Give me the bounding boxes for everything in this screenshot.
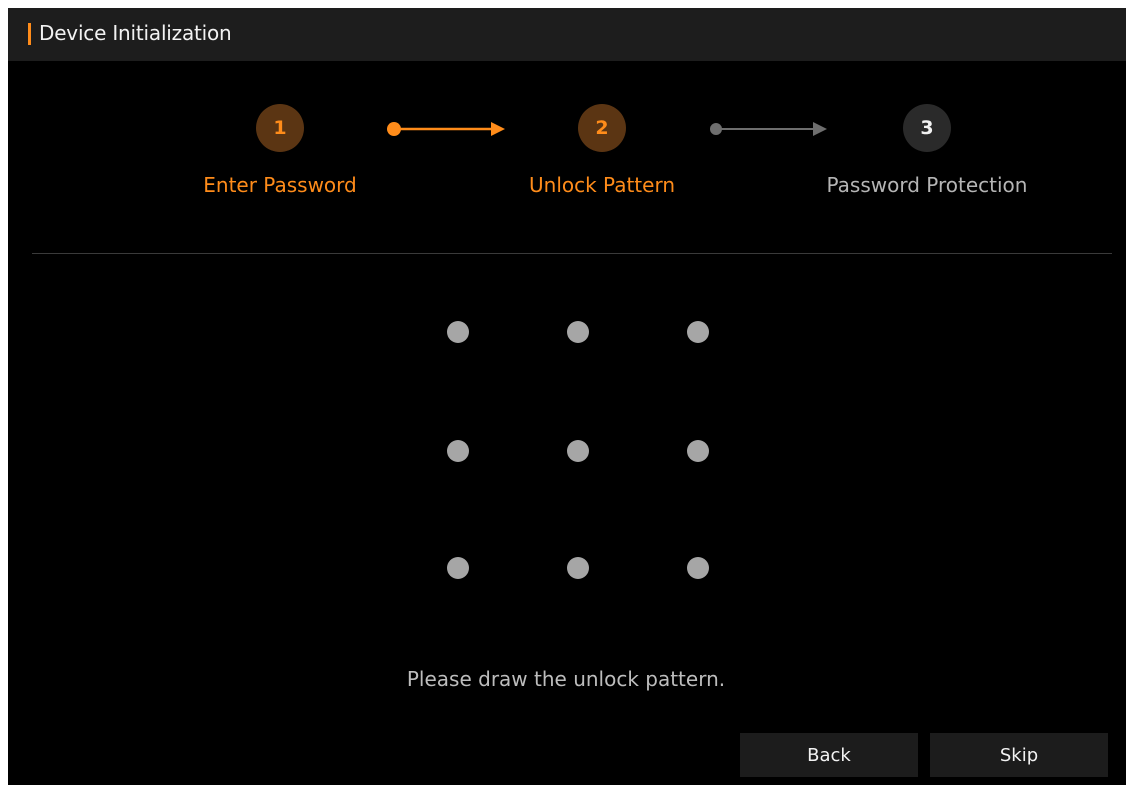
title-bar: Device Initialization	[8, 8, 1126, 61]
step-2-circle: 2	[578, 104, 626, 152]
pattern-dot[interactable]	[567, 321, 589, 343]
pattern-instruction: Please draw the unlock pattern.	[406, 667, 726, 691]
step-1-label: Enter Password	[203, 173, 357, 197]
step-1-to-2-connector	[387, 122, 505, 136]
section-divider	[32, 253, 1112, 254]
skip-button[interactable]: Skip	[930, 733, 1108, 777]
pattern-dot[interactable]	[567, 557, 589, 579]
pattern-dot[interactable]	[687, 440, 709, 462]
pattern-dot[interactable]	[447, 557, 469, 579]
pattern-dot[interactable]	[447, 321, 469, 343]
step-3-circle: 3	[903, 104, 951, 152]
window-title: Device Initialization	[39, 21, 232, 45]
back-button[interactable]: Back	[740, 733, 918, 777]
step-1-circle: 1	[256, 104, 304, 152]
step-2-to-3-connector	[710, 122, 827, 136]
step-2-label: Unlock Pattern	[529, 173, 675, 197]
unlock-pattern-grid[interactable]	[422, 300, 709, 579]
step-3-label: Password Protection	[826, 173, 1028, 197]
arrow-right-icon	[813, 122, 827, 136]
pattern-dot[interactable]	[687, 557, 709, 579]
title-accent-bar	[28, 23, 31, 45]
pattern-dot[interactable]	[687, 321, 709, 343]
pattern-dot[interactable]	[447, 440, 469, 462]
arrow-right-icon	[491, 122, 505, 136]
pattern-dot[interactable]	[567, 440, 589, 462]
